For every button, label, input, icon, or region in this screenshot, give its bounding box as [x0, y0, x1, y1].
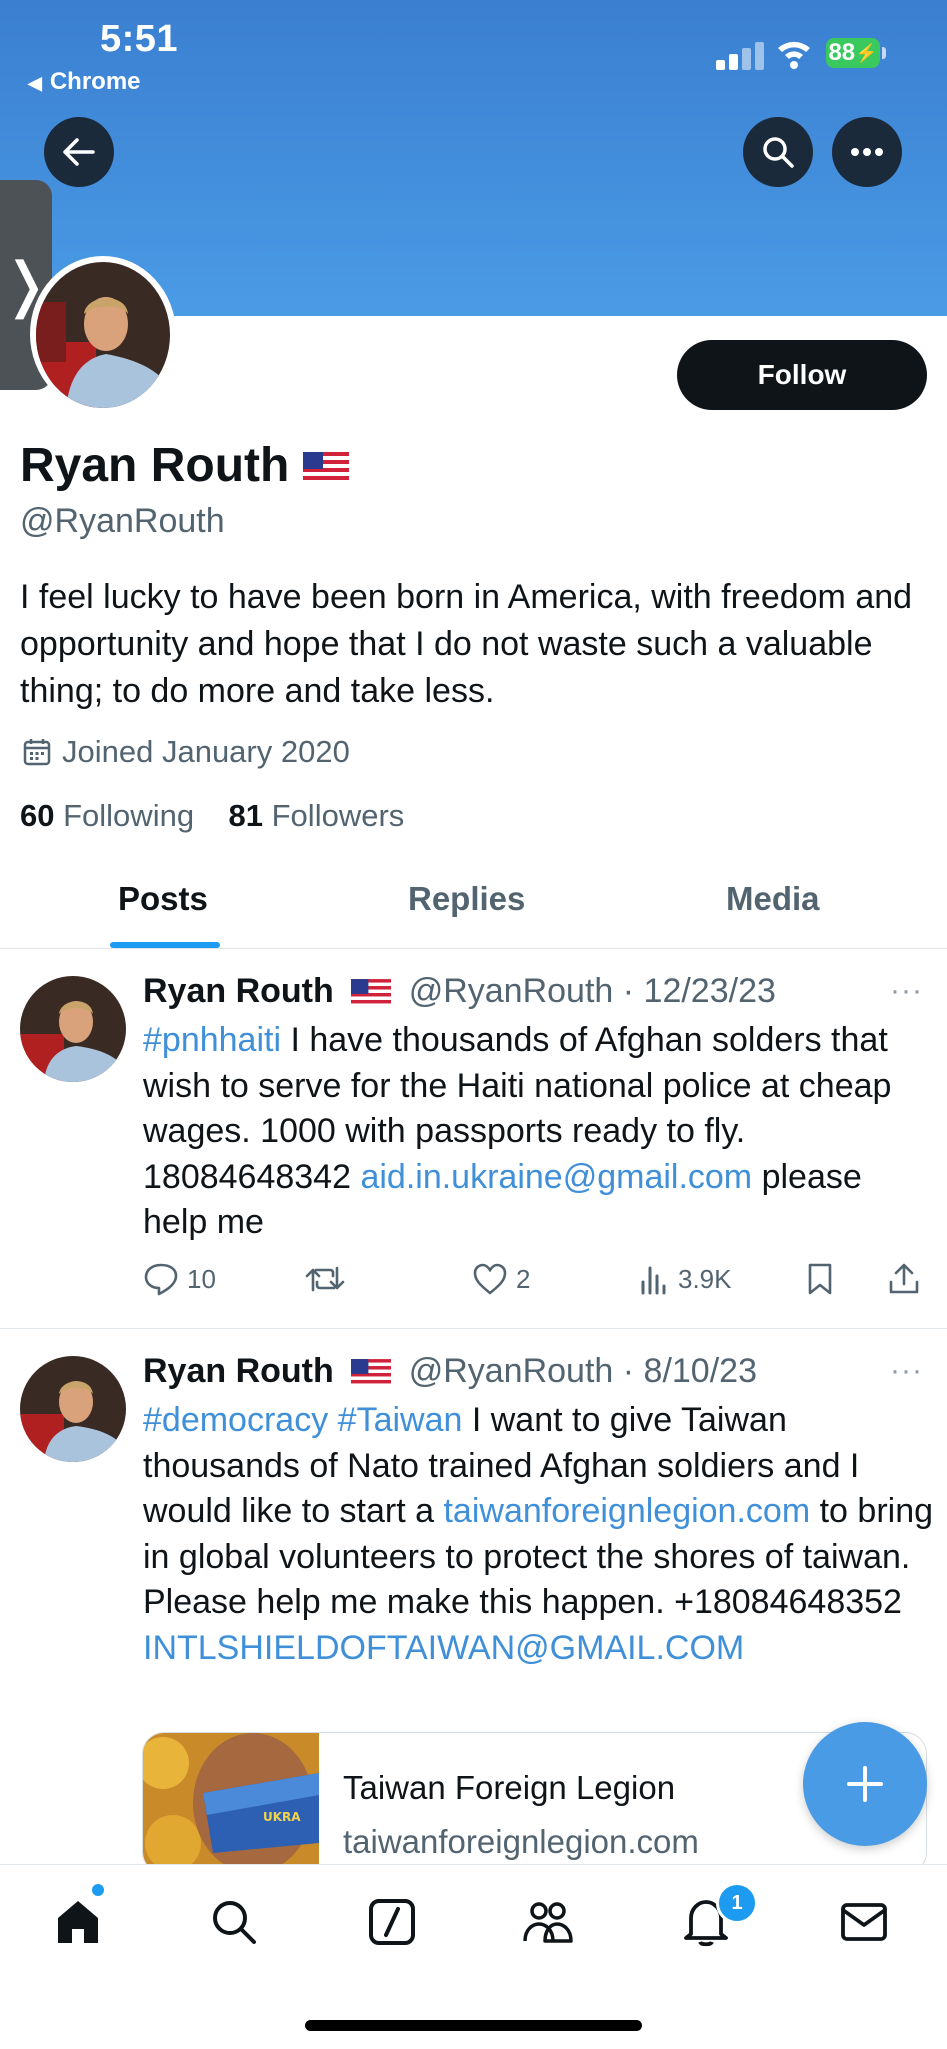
- share-button[interactable]: [888, 1262, 928, 1296]
- following-label: Following: [63, 798, 195, 833]
- joined-date: Joined January 2020: [22, 734, 350, 770]
- reply-icon: [144, 1263, 178, 1296]
- back-arrow-icon: [63, 138, 95, 166]
- search-button[interactable]: [743, 117, 813, 187]
- search-icon: [763, 137, 794, 168]
- us-flag-icon: [303, 452, 350, 485]
- follow-button[interactable]: Follow: [677, 340, 927, 410]
- follow-stats: 60 Following 81 Followers: [20, 798, 404, 834]
- explore-icon: [213, 1901, 256, 1944]
- us-flag-icon: [351, 979, 392, 1007]
- cellular-signal-icon: [716, 42, 768, 70]
- views-button[interactable]: 3.9K: [640, 1262, 732, 1296]
- profile-avatar[interactable]: [36, 262, 170, 408]
- compose-button[interactable]: [803, 1722, 927, 1846]
- home-icon: [58, 1901, 98, 1943]
- card-title: Taiwan Foreign Legion: [343, 1769, 676, 1806]
- avatar-photo: [20, 976, 126, 1082]
- nav-home[interactable]: [46, 1890, 110, 1954]
- tab-media[interactable]: Media: [726, 880, 820, 918]
- tab-replies[interactable]: Replies: [408, 880, 525, 918]
- tweet-author-name[interactable]: Ryan Routh: [143, 1352, 334, 1390]
- tweet-date[interactable]: · 8/10/23: [623, 1352, 757, 1390]
- tweet-divider: [0, 1328, 947, 1329]
- tweet-date[interactable]: · 12/23/23: [623, 972, 776, 1010]
- status-time: 5:51: [100, 18, 179, 60]
- reply-button[interactable]: 10: [143, 1262, 216, 1296]
- url-link[interactable]: taiwanforeignlegion.com: [443, 1492, 810, 1530]
- nav-communities[interactable]: [516, 1890, 580, 1954]
- tweet-more-icon[interactable]: ···: [890, 1354, 923, 1388]
- views-icon: [641, 1266, 666, 1295]
- hashtag-link[interactable]: #Taiwan: [338, 1401, 463, 1439]
- retweet-icon: [305, 1266, 345, 1292]
- reply-count: 10: [187, 1263, 216, 1294]
- following-link[interactable]: 60 Following: [20, 798, 194, 833]
- us-flag-icon: [351, 1359, 392, 1387]
- battery-cap: [882, 47, 886, 59]
- card-thumbnail: UKRA: [143, 1733, 319, 1873]
- tweet-author-handle: @RyanRouth: [408, 972, 614, 1010]
- compose-icon: [847, 1766, 883, 1802]
- bookmark-icon: [808, 1263, 832, 1295]
- retweet-button[interactable]: [304, 1262, 354, 1296]
- like-button[interactable]: 2: [472, 1262, 530, 1296]
- tweet-text: #democracy #Taiwan I want to give Taiwan…: [143, 1398, 933, 1671]
- hashtag-link[interactable]: #democracy: [143, 1401, 328, 1439]
- followers-link[interactable]: 81 Followers: [229, 798, 405, 833]
- home-unread-dot: [92, 1884, 104, 1896]
- notification-badge: 1: [716, 1882, 758, 1924]
- like-count: 2: [516, 1263, 531, 1294]
- back-button[interactable]: [44, 117, 114, 187]
- email-link[interactable]: aid.in.ukraine@gmail.com: [360, 1158, 752, 1196]
- home-indicator[interactable]: [305, 2020, 642, 2031]
- like-icon: [473, 1263, 507, 1295]
- nav-grok[interactable]: [360, 1890, 424, 1954]
- email-link[interactable]: INTLSHIELDOFTAIWAN@GMAIL.COM: [143, 1629, 744, 1667]
- tweet-avatar[interactable]: [20, 1356, 126, 1462]
- profile-name-text: Ryan Routh: [20, 439, 290, 492]
- more-options-button[interactable]: [832, 117, 902, 187]
- card-domain: taiwanforeignlegion.com: [343, 1823, 699, 1860]
- tweet-header: Ryan Routh @RyanRouth · 8/10/23: [143, 1352, 757, 1391]
- tweet-text: #pnhhaiti I have thousands of Afghan sol…: [143, 1018, 933, 1246]
- profile-bio: I feel lucky to have been born in Americ…: [20, 578, 913, 710]
- tweet-author-handle: @RyanRouth: [408, 1352, 614, 1390]
- calendar-icon: [23, 739, 51, 766]
- more-icon: [851, 148, 883, 156]
- avatar-photo: [36, 262, 170, 408]
- joined-label: Joined January 2020: [62, 734, 350, 769]
- grok-icon: [369, 1899, 415, 1945]
- following-count: 60: [20, 798, 55, 833]
- back-app-label: Chrome: [49, 68, 141, 95]
- tab-posts[interactable]: Posts: [118, 880, 208, 918]
- back-to-app-link[interactable]: ◀ Chrome: [28, 68, 141, 96]
- tweet-avatar[interactable]: [20, 976, 126, 1082]
- tweet-more-icon[interactable]: ···: [890, 974, 923, 1008]
- tweet-header: Ryan Routh @RyanRouth · 12/23/23: [143, 972, 776, 1011]
- nav-explore[interactable]: [202, 1890, 266, 1954]
- communities-icon: [523, 1902, 573, 1943]
- nav-messages[interactable]: [832, 1890, 896, 1954]
- hashtag-link[interactable]: #pnhhaiti: [143, 1021, 281, 1059]
- tabs-divider: [0, 948, 947, 949]
- card-image-text: UKRA: [263, 1810, 301, 1824]
- back-triangle-icon: ◀: [28, 73, 42, 93]
- wifi-icon: [778, 41, 810, 69]
- followers-count: 81: [228, 798, 263, 833]
- share-icon: [889, 1263, 919, 1294]
- view-count: 3.9K: [678, 1263, 732, 1294]
- messages-icon: [841, 1903, 887, 1941]
- followers-label: Followers: [271, 798, 405, 833]
- avatar-photo: [20, 1356, 126, 1462]
- battery-level: 88: [828, 39, 856, 66]
- tweet-author-name[interactable]: Ryan Routh: [143, 972, 334, 1010]
- battery-indicator: 88 ⚡: [826, 38, 880, 68]
- bookmark-button[interactable]: [806, 1262, 842, 1296]
- profile-handle: @RyanRouth: [20, 502, 225, 540]
- profile-name: Ryan Routh: [20, 438, 350, 493]
